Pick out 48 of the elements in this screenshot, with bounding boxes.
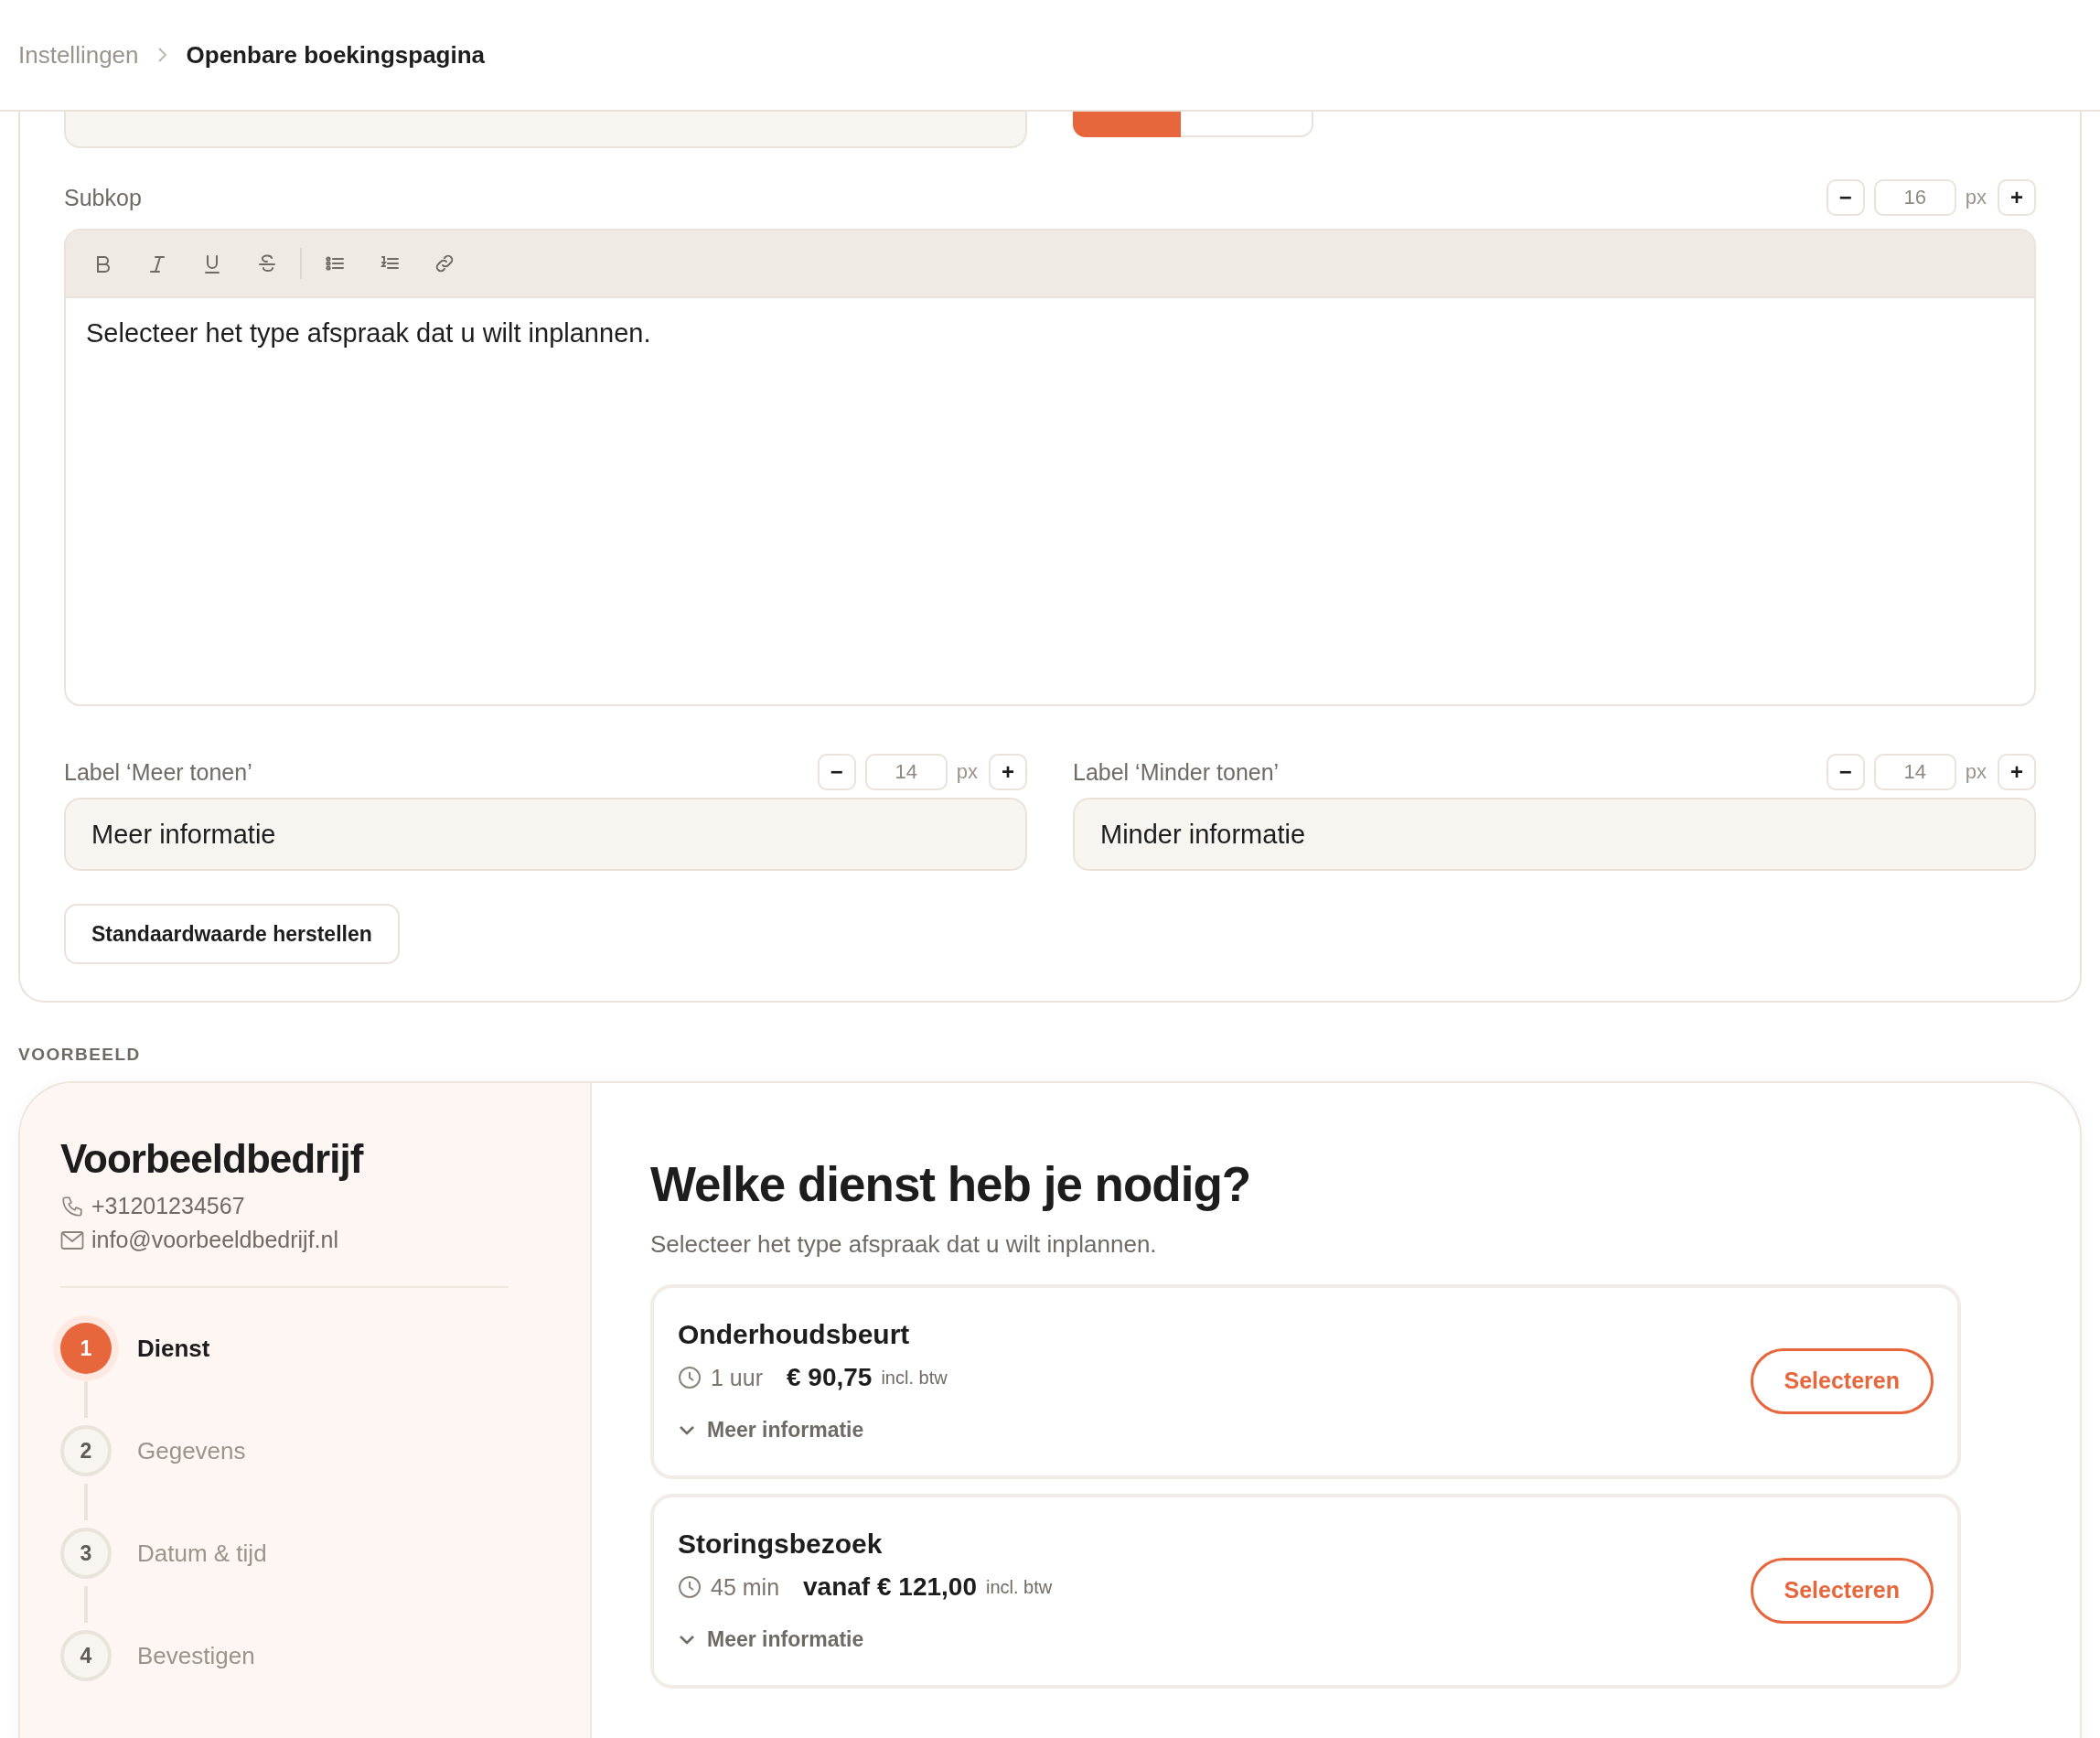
link-icon	[434, 252, 455, 274]
step-label: Gegevens	[137, 1436, 246, 1465]
clock-icon	[678, 1575, 702, 1599]
price: vanaf € 121,00	[803, 1572, 977, 1602]
step-number: 4	[60, 1630, 112, 1681]
breadcrumb-item: Openbare boekingspagina	[186, 40, 486, 70]
reset-button[interactable]: Standaardwaarde herstellen	[64, 904, 400, 964]
clock-icon	[678, 1366, 702, 1389]
strikethrough-icon	[256, 252, 278, 274]
step-label: Bevestigen	[137, 1641, 255, 1670]
phone-icon	[60, 1194, 84, 1218]
price: € 90,75	[787, 1363, 873, 1392]
email-address: info@voorbeeldbedrijf.nl	[91, 1227, 338, 1253]
unit-label: px	[1965, 760, 1987, 784]
service-name: Storingsbezoek	[678, 1529, 884, 1560]
step-number: 3	[60, 1528, 112, 1579]
page-subheading: Selecteer het type afspraak dat u wilt inplannen.	[650, 1230, 1158, 1259]
section-label: VOORBEELD	[18, 1045, 142, 1065]
phone-number: +31201234567	[91, 1193, 245, 1219]
duration: 45 min	[711, 1573, 780, 1601]
page-heading: Welke dienst heb je nodig?	[650, 1156, 1252, 1212]
chevron-down-icon	[678, 1423, 696, 1437]
decrease-button[interactable]: −	[1826, 754, 1865, 790]
decrease-button[interactable]: −	[817, 754, 856, 790]
service-name: Onderhoudsbeurt	[678, 1319, 911, 1350]
text-input-field[interactable]: Meer informatie	[64, 798, 1027, 871]
unit-label: px	[956, 760, 978, 784]
more-info-link[interactable]: Meer informatie	[678, 1418, 948, 1443]
company-name: Voorbeeldbedrijf	[60, 1136, 365, 1182]
duration: 1 uur	[711, 1364, 763, 1391]
increase-button[interactable]: +	[1998, 179, 2036, 216]
decrease-button[interactable]: −	[1826, 179, 1865, 216]
tax-note: incl. btw	[881, 1367, 948, 1389]
field-label: Label ‘Minder tonen’	[1073, 758, 1280, 786]
more-info-link[interactable]: Meer informatie	[678, 1627, 1053, 1652]
step-label: Dienst	[137, 1334, 210, 1363]
font-size-field[interactable]: 16	[1873, 179, 1956, 216]
tax-note: incl. btw	[985, 1576, 1053, 1598]
step-label: Datum & tijd	[137, 1539, 267, 1568]
chevron-down-icon	[678, 1633, 696, 1647]
unit-label: px	[1965, 186, 1987, 209]
step-number: 2	[60, 1425, 112, 1476]
increase-button[interactable]: +	[1998, 754, 2036, 790]
text-input-field[interactable]: Minder informatie	[1073, 798, 2036, 871]
mail-icon	[60, 1229, 84, 1250]
field-label: Subkop	[64, 184, 142, 211]
increase-button[interactable]: +	[989, 754, 1027, 790]
field-label: Label ‘Meer tonen’	[64, 758, 252, 786]
